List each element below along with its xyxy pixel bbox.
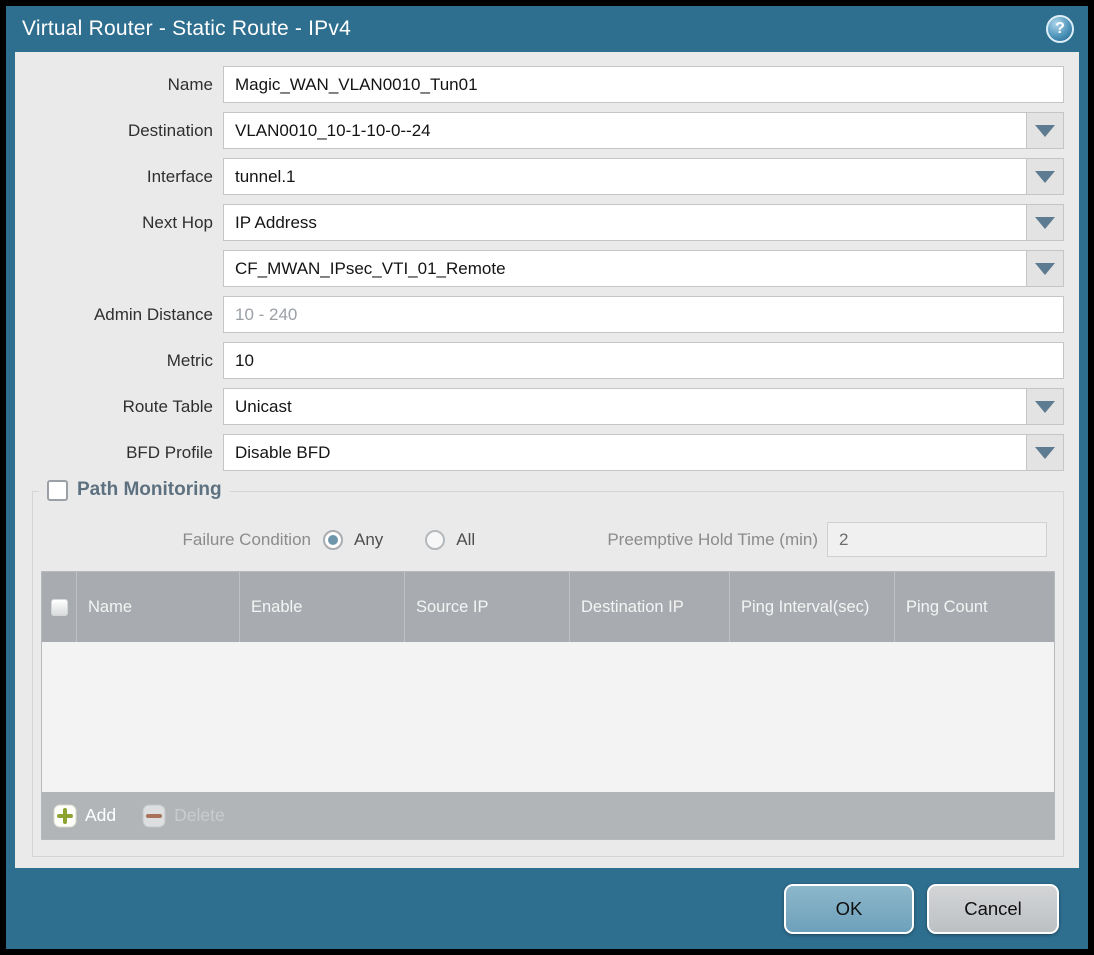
column-header-ping-interval[interactable]: Ping Interval(sec): [730, 572, 895, 642]
path-monitoring-legend: Path Monitoring: [39, 479, 230, 501]
metric-label: Metric: [166, 350, 213, 370]
radio-unselected-icon: [425, 529, 446, 550]
destination-label: Destination: [127, 120, 213, 140]
radio-selected-icon: [323, 529, 343, 550]
name-input[interactable]: [223, 66, 1064, 103]
metric-row: Metric: [15, 342, 1064, 379]
table-toolbar: Add Delete: [42, 792, 1054, 839]
next-hop-address-dropdown-button[interactable]: [1027, 250, 1064, 287]
interface-dropdown-button[interactable]: [1027, 158, 1064, 195]
dialog-title: Virtual Router - Static Route - IPv4: [22, 17, 351, 40]
bfd-profile-label: BFD Profile: [126, 442, 213, 462]
ok-button[interactable]: OK: [784, 883, 914, 934]
chevron-down-icon: [1035, 262, 1055, 275]
destination-input[interactable]: [223, 112, 1027, 149]
next-hop-row: Next Hop: [15, 204, 1064, 241]
select-all-checkbox-cell[interactable]: [42, 572, 77, 642]
admin-distance-row: Admin Distance: [15, 296, 1064, 333]
chevron-down-icon: [1035, 446, 1055, 459]
next-hop-label: Next Hop: [142, 212, 213, 232]
column-header-enable[interactable]: Enable: [240, 572, 405, 642]
next-hop-dropdown-button[interactable]: [1027, 204, 1064, 241]
column-header-source-ip[interactable]: Source IP: [405, 572, 570, 642]
path-monitoring-title: Path Monitoring: [77, 479, 222, 500]
table-header-row: Name Enable Source IP Destination IP Pin…: [42, 572, 1054, 642]
interface-input[interactable]: [223, 158, 1027, 195]
failure-condition-all-option[interactable]: All: [425, 529, 476, 550]
preemptive-hold-time-input[interactable]: [827, 522, 1047, 557]
select-all-checkbox[interactable]: [50, 598, 68, 616]
add-button-label: Add: [85, 805, 117, 825]
failure-condition-radio-group: Any All: [323, 529, 517, 550]
next-hop-type-input[interactable]: [223, 204, 1027, 241]
plus-icon: [53, 804, 77, 827]
path-monitoring-table: Name Enable Source IP Destination IP Pin…: [41, 571, 1055, 840]
chevron-down-icon: [1035, 216, 1055, 229]
interface-label: Interface: [146, 166, 213, 186]
chevron-down-icon: [1035, 124, 1055, 137]
name-row: Name: [15, 66, 1064, 103]
column-header-name[interactable]: Name: [77, 572, 240, 642]
titlebar: Virtual Router - Static Route - IPv4 ?: [6, 6, 1088, 52]
route-table-input[interactable]: [223, 388, 1027, 425]
destination-dropdown-button[interactable]: [1027, 112, 1064, 149]
static-route-dialog: Virtual Router - Static Route - IPv4 ? N…: [6, 6, 1088, 949]
chevron-down-icon: [1035, 400, 1055, 413]
admin-distance-input[interactable]: [223, 296, 1064, 333]
failure-condition-label: Failure Condition: [182, 529, 311, 549]
delete-button-label: Delete: [174, 805, 225, 825]
add-button[interactable]: Add: [53, 804, 116, 828]
help-icon[interactable]: ?: [1046, 15, 1074, 43]
metric-input[interactable]: [223, 342, 1064, 379]
chevron-down-icon: [1035, 170, 1055, 183]
route-table-row: Route Table: [15, 388, 1064, 425]
failure-condition-all-label: All: [456, 529, 476, 549]
cancel-button[interactable]: Cancel: [927, 883, 1059, 934]
minus-icon: [142, 804, 166, 827]
interface-row: Interface: [15, 158, 1064, 195]
column-header-destination-ip[interactable]: Destination IP: [570, 572, 730, 642]
path-monitoring-section: Path Monitoring Failure Condition Any Al…: [32, 479, 1064, 857]
admin-distance-label: Admin Distance: [93, 304, 213, 324]
path-monitoring-checkbox[interactable]: [47, 479, 68, 501]
column-header-ping-count[interactable]: Ping Count: [895, 572, 1054, 642]
preemptive-hold-time-label: Preemptive Hold Time (min): [607, 529, 818, 549]
bfd-profile-row: BFD Profile: [15, 434, 1064, 471]
table-body-empty: [42, 642, 1054, 792]
route-table-dropdown-button[interactable]: [1027, 388, 1064, 425]
bfd-profile-dropdown-button[interactable]: [1027, 434, 1064, 471]
delete-button[interactable]: Delete: [142, 804, 225, 828]
path-monitoring-controls: Failure Condition Any All Preemptive Hol…: [33, 518, 1063, 571]
next-hop-address-input[interactable]: [223, 250, 1027, 287]
route-table-label: Route Table: [122, 396, 213, 416]
bfd-profile-input[interactable]: [223, 434, 1027, 471]
dialog-content: Name Destination Interface: [15, 52, 1079, 868]
name-label: Name: [167, 74, 213, 94]
dialog-footer: OK Cancel: [6, 868, 1088, 949]
failure-condition-any-option[interactable]: Any: [323, 529, 384, 550]
next-hop-address-row: [15, 250, 1064, 287]
failure-condition-any-label: Any: [354, 529, 384, 549]
destination-row: Destination: [15, 112, 1064, 149]
